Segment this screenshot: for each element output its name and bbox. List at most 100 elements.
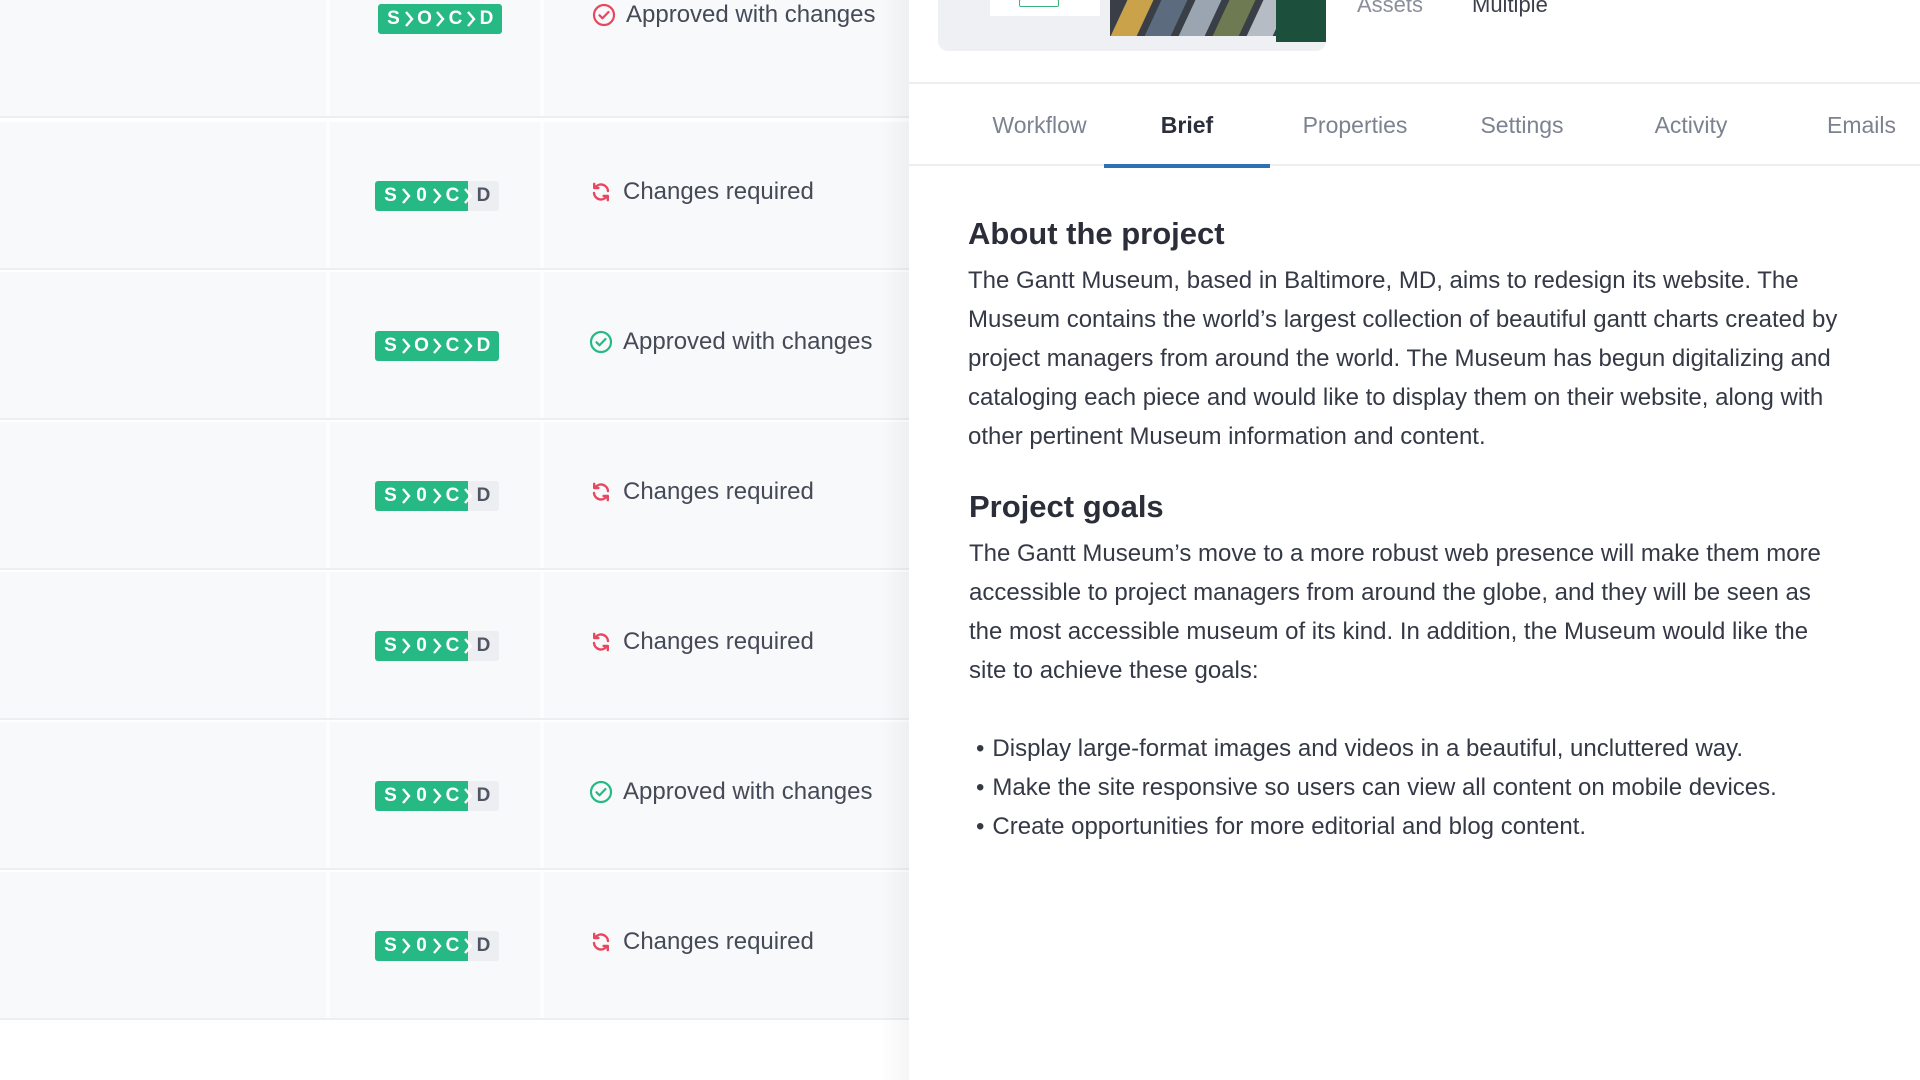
goal-item: Create opportunities for more editorial … (976, 807, 1868, 846)
step-chevron-icon (464, 938, 473, 954)
workflow-table: S O C D Approved with changes S 0 C D Changes req… (0, 0, 909, 1080)
socd-step-letter: C (445, 635, 460, 656)
step-chevron-icon (436, 11, 445, 27)
goals-text: The Gantt Museum’s move to a more robust… (969, 540, 1821, 684)
status-badge: Changes required (589, 928, 814, 956)
name-cell (0, 272, 330, 418)
socd-step-s: S (375, 631, 411, 661)
socd-step-letter: C (445, 935, 460, 956)
thumbnail-page-dark (1110, 0, 1276, 36)
tab-brief[interactable]: Brief (1104, 84, 1270, 168)
status-text: Approved with changes (623, 778, 873, 805)
step-chevron-icon (433, 338, 442, 354)
step-chevron-icon (433, 188, 442, 204)
table-row[interactable]: S 0 C D Changes required (0, 422, 909, 570)
assets-value: Multiple (1472, 0, 1548, 17)
socd-step-s: S (375, 481, 411, 511)
step-chevron-icon (464, 488, 473, 504)
name-cell (0, 572, 330, 718)
socd-progress: S0CD (375, 781, 499, 811)
detail-panel: Assets Multiple Workflow Brief Propertie… (909, 0, 1920, 1080)
socd-step-s: S (375, 931, 411, 961)
check-circle-icon (589, 330, 613, 354)
status-text: Approved with changes (623, 328, 873, 355)
table-row[interactable]: S 0 C D Changes required (0, 122, 909, 270)
goal-item: Display large-format images and videos i… (976, 729, 1868, 768)
status-text: Changes required (623, 178, 814, 205)
socd-step-letter: 0 (416, 485, 427, 506)
step-chevron-icon (402, 338, 411, 354)
socd-step-letter: O (414, 335, 429, 356)
about-text: The Gantt Museum, based in Baltimore, MD… (968, 267, 1838, 450)
socd-progress: SOCD (378, 4, 502, 34)
check-circle-icon (592, 3, 616, 27)
tab-workflow[interactable]: Workflow (967, 84, 1112, 166)
refresh-icon (589, 180, 613, 204)
status-text: Approved with changes (626, 1, 876, 28)
step-chevron-icon (433, 638, 442, 654)
socd-step-letter: D (476, 935, 491, 956)
step-chevron-icon (467, 11, 476, 27)
socd-step-letter: 0 (416, 635, 427, 656)
table-row[interactable]: S O C D Approved with changes (0, 272, 909, 420)
socd-step-letter: C (445, 185, 460, 206)
socd-step-letter: S (384, 935, 397, 956)
step-chevron-icon (464, 188, 473, 204)
thumbnail-page-light (990, 0, 1100, 16)
socd-step-s: S (375, 331, 411, 361)
name-cell (0, 722, 330, 868)
socd-step-letter: D (479, 8, 494, 29)
step-chevron-icon (433, 938, 442, 954)
table-row[interactable]: S O C D Approved with changes (0, 0, 909, 118)
step-chevron-icon (464, 788, 473, 804)
socd-step-letter: S (384, 785, 397, 806)
asset-thumbnail[interactable] (938, 0, 1326, 51)
status-text: Changes required (623, 628, 814, 655)
refresh-icon (589, 630, 613, 654)
status-badge: Changes required (589, 628, 814, 656)
goals-title: Project goals (969, 489, 1164, 524)
socd-step-letter: 0 (416, 785, 427, 806)
tab-properties[interactable]: Properties (1284, 84, 1426, 166)
socd-progress: S0CD (375, 181, 499, 211)
goals-list: Display large-format images and videos i… (976, 729, 1868, 846)
status-text: Changes required (623, 928, 814, 955)
check-circle-icon (589, 780, 613, 804)
socd-step-s: S (375, 181, 411, 211)
status-text: Changes required (623, 478, 814, 505)
socd-progress: S0CD (375, 481, 499, 511)
status-badge: Changes required (589, 478, 814, 506)
status-badge: Changes required (589, 178, 814, 206)
step-chevron-icon (402, 938, 411, 954)
table-row[interactable]: S 0 C D Approved with changes (0, 722, 909, 870)
socd-step-s: S (378, 4, 414, 34)
step-chevron-icon (433, 788, 442, 804)
socd-step-letter: S (384, 335, 397, 356)
socd-step-letter: D (476, 485, 491, 506)
refresh-icon (589, 480, 613, 504)
tab-activity[interactable]: Activity (1636, 84, 1746, 166)
socd-step-letter: O (417, 8, 432, 29)
status-badge: Approved with changes (589, 328, 873, 356)
table-row[interactable]: S 0 C D Changes required (0, 872, 909, 1020)
tab-emails[interactable]: Emails (1809, 84, 1914, 166)
socd-step-letter: S (384, 635, 397, 656)
name-cell (0, 122, 330, 268)
socd-step-letter: C (445, 785, 460, 806)
goal-item: Make the site responsive so users can vi… (976, 768, 1868, 807)
socd-step-letter: D (476, 185, 491, 206)
assets-label: Assets (1357, 0, 1424, 17)
socd-progress: S0CD (375, 931, 499, 961)
table-row[interactable]: S 0 C D Changes required (0, 572, 909, 720)
socd-step-letter: C (448, 8, 463, 29)
socd-step-letter: S (384, 485, 397, 506)
socd-step-letter: C (445, 335, 460, 356)
brief-content: About the project The Gantt Museum, base… (968, 216, 1868, 846)
socd-step-letter: S (384, 185, 397, 206)
socd-step-letter: 0 (416, 935, 427, 956)
socd-step-letter: C (445, 485, 460, 506)
step-chevron-icon (402, 488, 411, 504)
name-cell (0, 872, 330, 1018)
socd-step-letter: 0 (416, 185, 427, 206)
tab-settings[interactable]: Settings (1457, 84, 1587, 166)
